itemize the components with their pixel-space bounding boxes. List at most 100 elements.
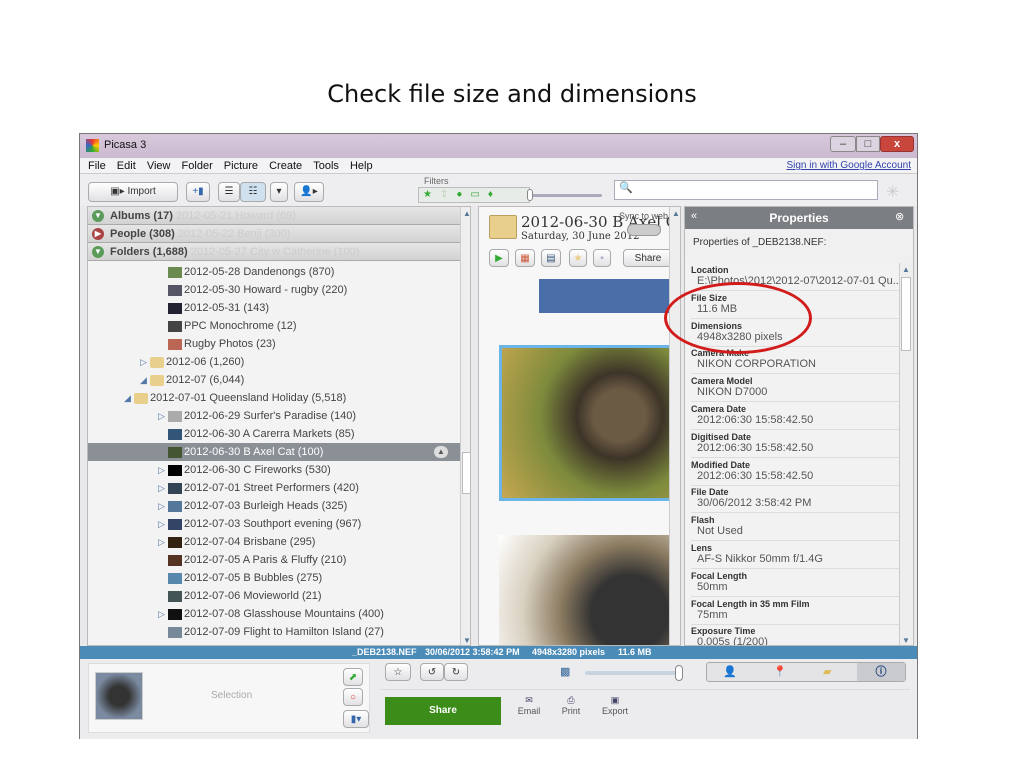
import-button[interactable]: ▣▸ Import (88, 182, 178, 202)
view-dropdown-button[interactable]: ▾ (270, 182, 288, 202)
movie-button[interactable]: ▤ (541, 249, 561, 267)
folder-tree-item[interactable]: PPC Monochrome (12) (158, 317, 460, 335)
star-photo-button[interactable]: ☆ (385, 663, 411, 681)
folder-tree-item[interactable]: ▷ 2012-06-30 C Fireworks (530) (158, 461, 460, 479)
expand-icon[interactable]: ▶ (92, 228, 104, 240)
folder-tree-item[interactable]: 2012-05-30 Howard - rugby (220) (158, 281, 460, 299)
folder-tree-item[interactable]: 2012-07-06 Movieworld (21) (158, 587, 460, 605)
folder-tree-item[interactable]: ▷ 2012-07-08 Glasshouse Mountains (400) (158, 605, 460, 623)
photo-thumbnail-cat-2[interactable] (499, 535, 673, 645)
property-item: Digitised Date 2012:06:30 15:58:42.50 (691, 430, 899, 458)
property-key: Flash (691, 515, 715, 526)
upload-filter-icon[interactable]: ⇧ (440, 189, 456, 200)
collage-button[interactable]: ▦ (515, 249, 535, 267)
close-button[interactable]: x (880, 136, 914, 152)
people-tab-icon[interactable]: 👤 (723, 665, 737, 678)
sync-toggle[interactable] (627, 224, 661, 236)
add-to-album-dropdown[interactable]: ▮▾ (343, 710, 369, 728)
section-header[interactable]: ▶ People (308) 2012-05-22 Benji (300) (88, 225, 460, 243)
folder-tree-item[interactable]: ▷ 2012-07-01 Street Performers (420) (158, 479, 460, 497)
expand-arrow-icon[interactable]: ▷ (158, 605, 168, 623)
collapse-icon[interactable]: ▼ (92, 210, 104, 222)
folder-tree-item[interactable]: Rugby Photos (23) (158, 335, 460, 353)
menu-edit[interactable]: Edit (117, 158, 136, 174)
slideshow-button[interactable]: ▶ (489, 249, 509, 267)
folder-tree-item[interactable]: 2012-07-05 A Paris & Fluffy (210) (158, 551, 460, 569)
menu-folder[interactable]: Folder (182, 158, 213, 174)
album-share-button[interactable]: Share (623, 249, 673, 267)
filter-slider[interactable] (527, 189, 602, 201)
search-input[interactable]: 🔍 (614, 180, 878, 200)
menu-picture[interactable]: Picture (224, 158, 258, 174)
list-view-button[interactable]: ☰ (218, 182, 240, 202)
expand-arrow-icon[interactable]: ▷ (158, 497, 168, 515)
location-filter-icon[interactable]: ♦ (488, 189, 501, 200)
photo-thumbnail-top[interactable] (539, 279, 671, 313)
folder-tree-item[interactable]: ▷ 2012-07-04 Brisbane (295) (158, 533, 460, 551)
add-to-album-button[interactable]: +▮ (186, 182, 210, 202)
section-header[interactable]: ▼ Folders (1,688) 2012-05-27 City w Cathe… (88, 243, 460, 261)
upload-icon[interactable]: ▲ (434, 446, 448, 458)
people-button[interactable]: 👤▸ (294, 182, 324, 202)
print-button[interactable]: ⎙ Print (556, 695, 586, 716)
close-panel-icon[interactable]: ⊗ (895, 210, 904, 223)
tags-tab-icon[interactable]: ▰ (823, 665, 831, 678)
expand-arrow-icon[interactable]: ▷ (158, 515, 168, 533)
album-scrollbar[interactable]: ▲ (669, 207, 680, 645)
folder-tree-item[interactable]: 2012-05-31 (143) (158, 299, 460, 317)
share-button[interactable]: Share (385, 697, 501, 725)
expand-arrow-icon[interactable]: ▷ (140, 353, 150, 371)
folder-tree-item[interactable]: ◢ 2012-07-01 Queensland Holiday (5,518) (124, 389, 460, 407)
property-key: Lens (691, 543, 713, 553)
section-header[interactable]: ▼ Albums (17) 2012-05-21 Howard (69) (88, 207, 460, 225)
menu-create[interactable]: Create (269, 158, 302, 174)
folder-tree-item[interactable]: ◢ 2012-07 (6,044) (140, 371, 460, 389)
star-filter-icon[interactable]: ★ (423, 189, 440, 200)
menu-help[interactable]: Help (350, 158, 373, 174)
info-tab-icon[interactable]: ⓘ (857, 663, 905, 681)
maximize-button[interactable]: □ (856, 136, 880, 152)
expand-arrow-icon[interactable]: ▷ (158, 479, 168, 497)
folder-tree-item[interactable]: 2012-07-05 B Bubbles (275) (158, 569, 460, 587)
email-button[interactable]: ✉ Email (514, 695, 544, 716)
expand-arrow-icon[interactable]: ◢ (140, 371, 150, 389)
menu-view[interactable]: View (147, 158, 171, 174)
photo-thumbnail-cat-selected[interactable] (499, 345, 673, 501)
rotate-right-button[interactable]: ↻ (444, 663, 468, 681)
folder-tree-item[interactable]: ▷ 2012-07-03 Southport evening (967) (158, 515, 460, 533)
person-filter-icon[interactable]: ● (456, 189, 470, 200)
video-filter-icon[interactable]: ▭ (470, 189, 487, 200)
expand-arrow-icon[interactable]: ◢ (124, 389, 134, 407)
thumbnail-size-slider[interactable] (585, 665, 683, 681)
property-value: NIKON CORPORATION (697, 358, 816, 371)
save-button[interactable]: ▪ (593, 249, 611, 267)
selected-photo-thumbnail[interactable] (95, 672, 143, 720)
property-value: 2012:06:30 15:58:42.50 (697, 414, 814, 426)
places-tab-icon[interactable]: 📍 (773, 665, 787, 678)
expand-arrow-icon[interactable]: ▷ (158, 533, 168, 551)
menu-tools[interactable]: Tools (313, 158, 339, 174)
property-value: Not Used (697, 525, 743, 538)
tree-view-button[interactable]: ☷ (240, 182, 266, 202)
expand-arrow-icon[interactable]: ▷ (158, 407, 168, 425)
minimize-button[interactable]: – (830, 136, 856, 152)
rotate-left-button[interactable]: ↺ (420, 663, 444, 681)
collapse-icon[interactable]: ▼ (92, 246, 104, 258)
folder-tree-scrollbar[interactable]: ▲ ▼ (460, 207, 470, 645)
folder-tree-item[interactable]: ▷ 2012-07-03 Burleigh Heads (325) (158, 497, 460, 515)
folder-tree-item[interactable]: ▷ 2012-06 (1,260) (140, 353, 460, 371)
section-header-label: People (308) (110, 228, 175, 240)
folder-tree-item[interactable]: 2012-07-09 Flight to Hamilton Island (27… (158, 623, 460, 641)
hold-pin-button[interactable]: ⬈ (343, 668, 363, 686)
sign-in-link[interactable]: Sign in with Google Account (786, 160, 911, 171)
export-button[interactable]: ▣ Export (598, 695, 632, 716)
folder-tree-item[interactable]: 2012-06-30 A Carerra Markets (85) (158, 425, 460, 443)
folder-tree-item[interactable]: 2012-05-28 Dandenongs (870) (158, 263, 460, 281)
menu-file[interactable]: File (88, 158, 106, 174)
folder-tree-item[interactable]: ▷ 2012-06-29 Surfer's Paradise (140) (158, 407, 460, 425)
properties-scrollbar[interactable]: ▲ ▼ (899, 263, 912, 645)
star-button[interactable]: ★ (569, 249, 587, 267)
folder-tree-item[interactable]: 2012-06-30 B Axel Cat (100) ▲ (88, 443, 460, 461)
expand-arrow-icon[interactable]: ▷ (158, 461, 168, 479)
clear-selection-button[interactable]: ○ (343, 688, 363, 706)
